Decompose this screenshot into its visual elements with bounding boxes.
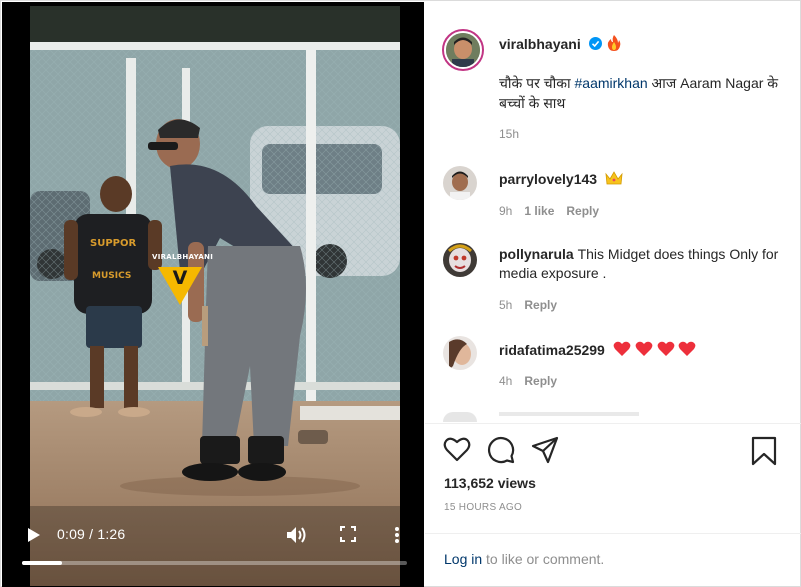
comment-body: pollynarula This Midget does things Only… <box>499 245 789 283</box>
time-separator: / <box>85 526 98 542</box>
login-bar: Log in to like or comment. <box>425 533 801 587</box>
volume-icon[interactable] <box>286 526 308 544</box>
comment-item: ridafatima25299 4h Reply <box>425 336 801 406</box>
svg-text:MUSICS: MUSICS <box>92 271 131 281</box>
comment-likes[interactable]: 1 like <box>524 204 554 218</box>
comment-avatar[interactable] <box>443 243 477 277</box>
comment-meta: 5h Reply <box>499 298 569 312</box>
comment-username-text[interactable]: ridafatima25299 <box>499 342 605 358</box>
time-readout: 0:09 / 1:26 <box>57 526 125 542</box>
send-icon[interactable] <box>531 436 559 464</box>
reply-button[interactable]: Reply <box>566 204 599 218</box>
author-avatar-photo <box>446 33 480 67</box>
fullscreen-icon[interactable] <box>340 526 356 542</box>
post-actions: 113,652 views 15 HOURS AGO <box>425 423 801 535</box>
author-username[interactable]: viralbhayani <box>499 36 581 52</box>
comment-age[interactable]: 5h <box>499 298 512 312</box>
post-window: SUPPOR MUSICS VIRALBHAYANI V 0:09 / 1:26… <box>0 0 801 587</box>
heart-emoji-icon <box>635 341 653 356</box>
comment-username[interactable]: ridafatima25299 <box>499 341 696 358</box>
progress-fill <box>22 561 63 565</box>
comment-partial <box>499 412 639 416</box>
login-link[interactable]: Log in <box>444 551 482 567</box>
fire-icon <box>607 35 621 51</box>
comment-avatar[interactable] <box>443 336 477 370</box>
view-count[interactable]: 113,652 views <box>444 475 536 491</box>
comment-avatar[interactable] <box>443 166 477 200</box>
crown-icon <box>605 171 623 185</box>
post-timestamp[interactable]: 15 HOURS AGO <box>444 502 522 513</box>
heart-emoji-icon <box>679 341 696 356</box>
svg-text:SUPPOR: SUPPOR <box>90 238 136 249</box>
more-vertical-icon[interactable] <box>392 525 402 545</box>
play-icon[interactable] <box>26 527 42 543</box>
post-caption: चौके पर चौका #aamirkhan आज Aaram Nagar क… <box>499 73 779 113</box>
post-header: viralbhayani चौके पर चौका #aamirkhan आज … <box>425 2 801 162</box>
comment-item: parrylovely143 9h 1 like Reply <box>425 166 801 236</box>
heart-emoji-row <box>613 341 697 358</box>
watermark: VIRALBHAYANI V <box>152 253 214 309</box>
login-prompt-text: to like or comment. <box>482 551 605 567</box>
caption-hashtag-link[interactable]: #aamirkhan <box>575 75 648 91</box>
avatar-photo <box>443 166 477 200</box>
comment-icon[interactable] <box>487 436 515 464</box>
watermark-logo-letter: V <box>172 267 188 289</box>
avatar-photo <box>443 336 477 370</box>
avatar-photo <box>443 243 477 277</box>
progress-bar[interactable] <box>22 561 407 565</box>
heart-emoji-icon <box>657 341 674 356</box>
comment-meta: 9h 1 like Reply <box>499 204 611 218</box>
comment-age[interactable]: 4h <box>499 374 512 388</box>
login-prompt: Log in to like or comment. <box>444 551 604 567</box>
comment-username-text[interactable]: parrylovely143 <box>499 171 597 187</box>
bookmark-icon[interactable] <box>751 436 777 466</box>
verified-badge-icon <box>589 37 602 50</box>
caption-timestamp[interactable]: 15h <box>499 127 519 141</box>
current-time: 0:09 <box>57 526 86 542</box>
author-avatar[interactable] <box>442 29 484 71</box>
comment-meta: 4h Reply <box>499 374 569 388</box>
caption-text-1: चौके पर चौका <box>499 75 575 91</box>
reply-button[interactable]: Reply <box>524 298 557 312</box>
comment-age[interactable]: 9h <box>499 204 512 218</box>
video-still: SUPPOR MUSICS <box>30 6 400 586</box>
watermark-text: VIRALBHAYANI <box>152 253 214 261</box>
comment-username-text[interactable]: pollynarula <box>499 246 574 262</box>
heart-outline-icon[interactable] <box>443 436 471 462</box>
duration: 1:26 <box>97 526 126 542</box>
video-frame[interactable]: SUPPOR MUSICS <box>30 6 400 586</box>
video-player[interactable]: SUPPOR MUSICS VIRALBHAYANI V 0:09 / 1:26 <box>2 2 424 587</box>
comment-item: pollynarula This Midget does things Only… <box>425 243 801 313</box>
heart-emoji-icon <box>613 341 631 356</box>
comment-avatar-partial <box>443 412 477 422</box>
post-sidebar: viralbhayani चौके पर चौका #aamirkhan आज … <box>425 2 801 587</box>
comment-username[interactable]: parrylovely143 <box>499 171 623 187</box>
reply-button[interactable]: Reply <box>524 374 557 388</box>
